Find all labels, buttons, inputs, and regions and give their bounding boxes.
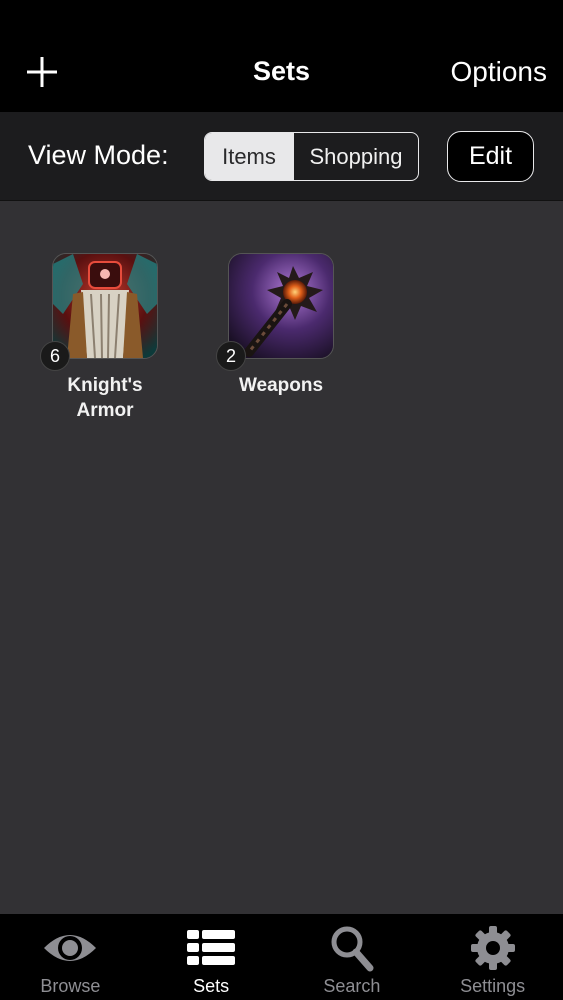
tab-browse[interactable]: Browse — [0, 914, 141, 1000]
plus-icon[interactable] — [24, 54, 60, 90]
edit-button[interactable]: Edit — [447, 131, 534, 182]
tab-label: Sets — [193, 976, 230, 996]
set-name: Weapons — [238, 375, 324, 396]
tab-label: Settings — [460, 976, 526, 996]
weapon-icon — [228, 253, 334, 359]
tab-label: Search — [323, 976, 381, 996]
set-item-knights-armor[interactable]: 6 Knight's Armor — [30, 253, 180, 423]
item-count-badge: 6 — [40, 341, 70, 371]
segment-items[interactable]: Items — [205, 133, 293, 180]
tab-search[interactable]: Search — [282, 914, 423, 1000]
view-mode-label: View Mode: — [28, 140, 169, 170]
segment-shopping[interactable]: Shopping — [293, 133, 418, 180]
eye-icon — [44, 935, 97, 961]
tab-label: Browse — [40, 976, 101, 996]
item-count-badge: 2 — [216, 341, 246, 371]
gear-icon — [470, 926, 515, 970]
set-name: Knight's Armor — [67, 375, 143, 421]
tab-bar: Browse Sets Search Settings — [0, 914, 563, 1000]
tab-settings[interactable]: Settings — [422, 914, 563, 1000]
tab-sets[interactable]: Sets — [141, 914, 282, 1000]
armor-icon — [52, 253, 158, 359]
set-item-weapons[interactable]: 2 Weapons — [206, 253, 356, 398]
list-icon — [187, 930, 236, 965]
navigation-bar: Sets Options — [0, 0, 563, 112]
view-mode-segmented-control: Items Shopping — [204, 132, 419, 181]
search-icon — [331, 926, 374, 972]
options-button[interactable]: Options — [451, 56, 548, 88]
